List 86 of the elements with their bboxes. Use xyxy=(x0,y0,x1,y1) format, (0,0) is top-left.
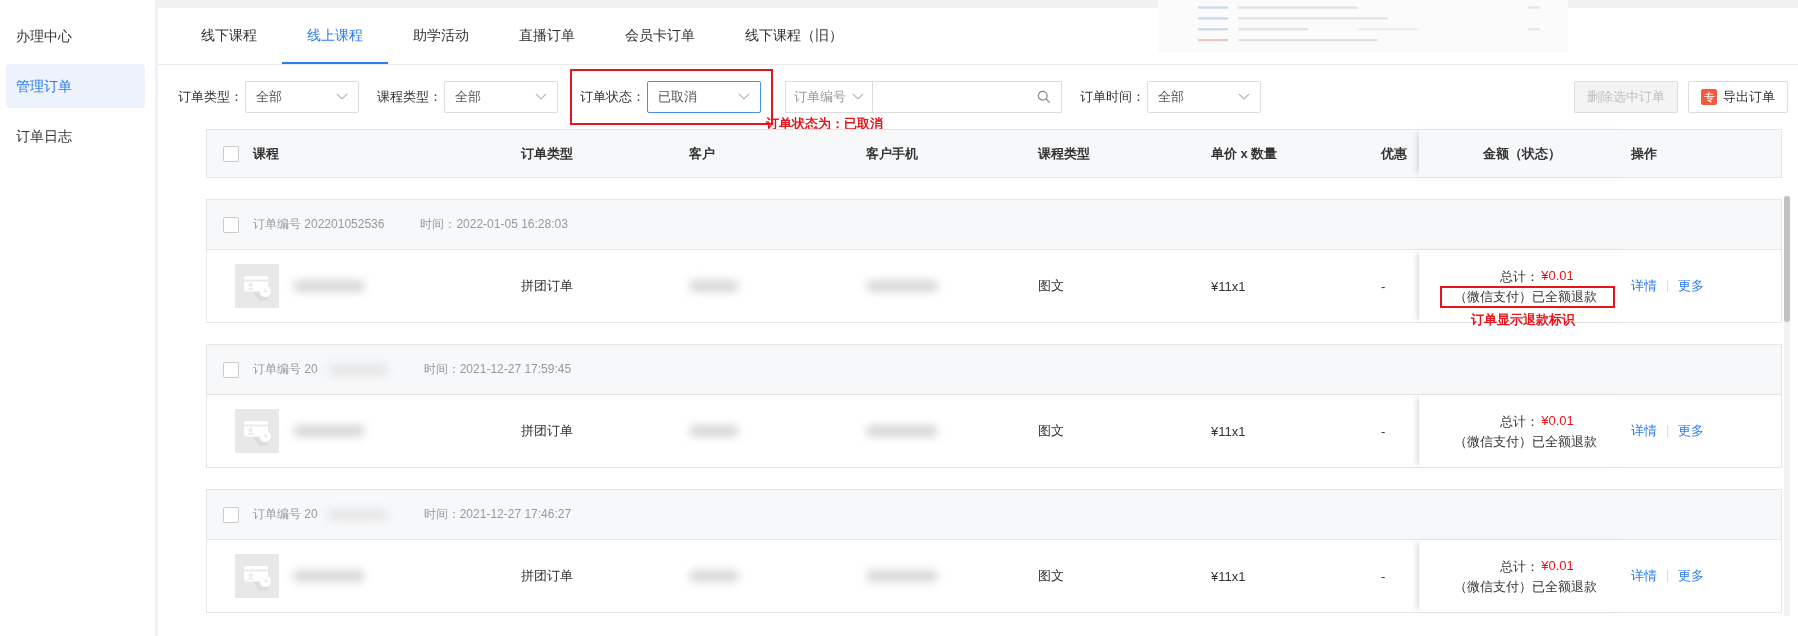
tab[interactable]: 线下课程 xyxy=(176,8,282,64)
more-link[interactable]: 更多 xyxy=(1678,422,1704,440)
column-header: 单价 x 数量 xyxy=(1211,144,1278,163)
column-header: 课程 xyxy=(253,144,279,163)
column-header: 课程类型 xyxy=(1038,144,1090,163)
blurred-text xyxy=(689,425,739,437)
blurred-text xyxy=(293,280,365,292)
tab[interactable]: 线下课程（旧） xyxy=(720,8,868,64)
table-cell: 拼团订单 xyxy=(521,567,573,585)
table-cell: 拼团订单 xyxy=(521,422,573,440)
filter-select[interactable]: 全部 xyxy=(444,81,558,113)
blurred-text xyxy=(293,425,365,437)
total-label: 总计： xyxy=(1500,558,1540,576)
filter-label: 课程类型： xyxy=(377,88,442,106)
tab[interactable]: 线上课程 xyxy=(282,8,388,64)
checkbox[interactable] xyxy=(223,506,239,523)
annotation-text: 订单显示退款标识 xyxy=(1471,311,1575,329)
column-header: 订单类型 xyxy=(521,144,573,163)
total-amount: ¥0.01 xyxy=(1541,558,1574,575)
blurred-text xyxy=(866,425,938,437)
filter-select[interactable]: 已取消 xyxy=(647,81,761,113)
search-field[interactable] xyxy=(873,81,1062,113)
table-cell: 拼团订单 xyxy=(521,277,573,295)
filter-label: 订单状态： xyxy=(580,88,645,106)
order-time: 时间：2022-01-05 16:28:03 xyxy=(420,216,568,233)
checkbox[interactable] xyxy=(223,145,239,162)
blurred-text xyxy=(689,570,739,582)
blurred-text xyxy=(866,280,938,292)
column-header: 操作 xyxy=(1631,144,1657,163)
tab[interactable]: 会员卡订单 xyxy=(600,8,720,64)
column-header: 金额（状态） xyxy=(1483,144,1561,163)
sidebar-item[interactable]: 管理订单 xyxy=(6,64,145,108)
more-link[interactable]: 更多 xyxy=(1678,277,1704,295)
filter-select[interactable]: 全部 xyxy=(245,81,359,113)
scrollbar[interactable] xyxy=(1784,196,1790,616)
course-thumbnail-icon xyxy=(235,409,279,453)
order-time: 时间：2021-12-27 17:46:27 xyxy=(423,506,572,523)
blurred-text xyxy=(866,570,938,582)
table-cell: - xyxy=(1381,568,1386,584)
total-amount: ¥0.01 xyxy=(1541,268,1574,285)
column-header: 客户手机 xyxy=(866,144,918,163)
column-header: 客户 xyxy=(689,144,715,163)
total-label: 总计： xyxy=(1500,413,1540,431)
badge: 专 xyxy=(1701,89,1717,105)
table-cell: 图文 xyxy=(1038,567,1064,585)
refund-status: （微信支付）已全额退款 xyxy=(1453,434,1597,449)
more-link[interactable]: 更多 xyxy=(1678,567,1704,585)
order-number: 订单编号 20 xyxy=(253,506,318,523)
table-cell: ¥11x1 xyxy=(1211,568,1246,584)
column-header: 优惠 xyxy=(1381,144,1407,163)
filter-select[interactable]: 全部 xyxy=(1147,81,1261,113)
details-link[interactable]: 详情 xyxy=(1631,422,1657,440)
table-cell: ¥11x1 xyxy=(1211,423,1246,439)
checkbox[interactable] xyxy=(223,216,239,233)
tab[interactable]: 直播订单 xyxy=(494,8,600,64)
refund-status: （微信支付）已全额退款 xyxy=(1453,289,1597,304)
caret-icon xyxy=(738,93,750,101)
caret-icon xyxy=(1238,93,1250,101)
export-button[interactable]: 专 导出订单 xyxy=(1688,81,1788,113)
order-time: 时间：2021-12-27 17:59:45 xyxy=(423,361,572,378)
table-cell: 图文 xyxy=(1038,277,1064,295)
blurred-text xyxy=(293,570,365,582)
table-cell: - xyxy=(1381,423,1386,439)
filter-label: 订单时间： xyxy=(1080,88,1145,106)
total-label: 总计： xyxy=(1500,268,1540,286)
total-amount: ¥0.01 xyxy=(1541,413,1574,430)
course-thumbnail-icon xyxy=(235,554,279,598)
refund-status: （微信支付）已全额退款 xyxy=(1453,579,1597,594)
order-number: 订单编号 20 xyxy=(253,361,318,378)
caret-icon xyxy=(535,93,547,101)
search-icon xyxy=(1037,90,1051,104)
table-cell: - xyxy=(1381,278,1386,294)
checkbox[interactable] xyxy=(223,361,239,378)
sidebar-item[interactable]: 订单日志 xyxy=(6,114,145,158)
table-cell: 图文 xyxy=(1038,422,1064,440)
tab[interactable]: 助学活动 xyxy=(388,8,494,64)
caret-icon xyxy=(336,93,348,101)
details-link[interactable]: 详情 xyxy=(1631,567,1657,585)
details-link[interactable]: 详情 xyxy=(1631,277,1657,295)
filter-label: 订单类型： xyxy=(178,88,243,106)
sidebar-item[interactable]: 办理中心 xyxy=(6,14,145,58)
blurred-text xyxy=(689,280,739,292)
course-thumbnail-icon xyxy=(235,264,279,308)
table-cell: ¥11x1 xyxy=(1211,278,1246,294)
caret-icon xyxy=(852,93,864,101)
order-number: 订单编号 202201052536 xyxy=(253,216,385,233)
